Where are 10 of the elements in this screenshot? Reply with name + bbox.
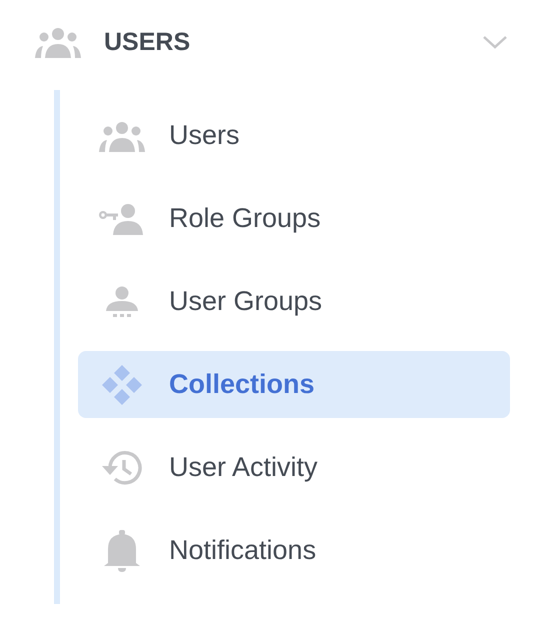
menu-item[interactable]: Collections <box>78 351 510 418</box>
menu-item[interactable]: User Groups <box>78 268 510 335</box>
menu-item[interactable]: Users <box>78 102 510 169</box>
key-person-icon <box>98 202 146 234</box>
section-header[interactable]: USERS <box>34 20 534 64</box>
people-icon <box>34 26 82 58</box>
people-icon <box>98 120 146 152</box>
menu-item[interactable]: Role Groups <box>78 185 510 252</box>
menu-item[interactable]: Notifications <box>78 517 510 584</box>
menu-item[interactable]: User Activity <box>78 434 510 501</box>
